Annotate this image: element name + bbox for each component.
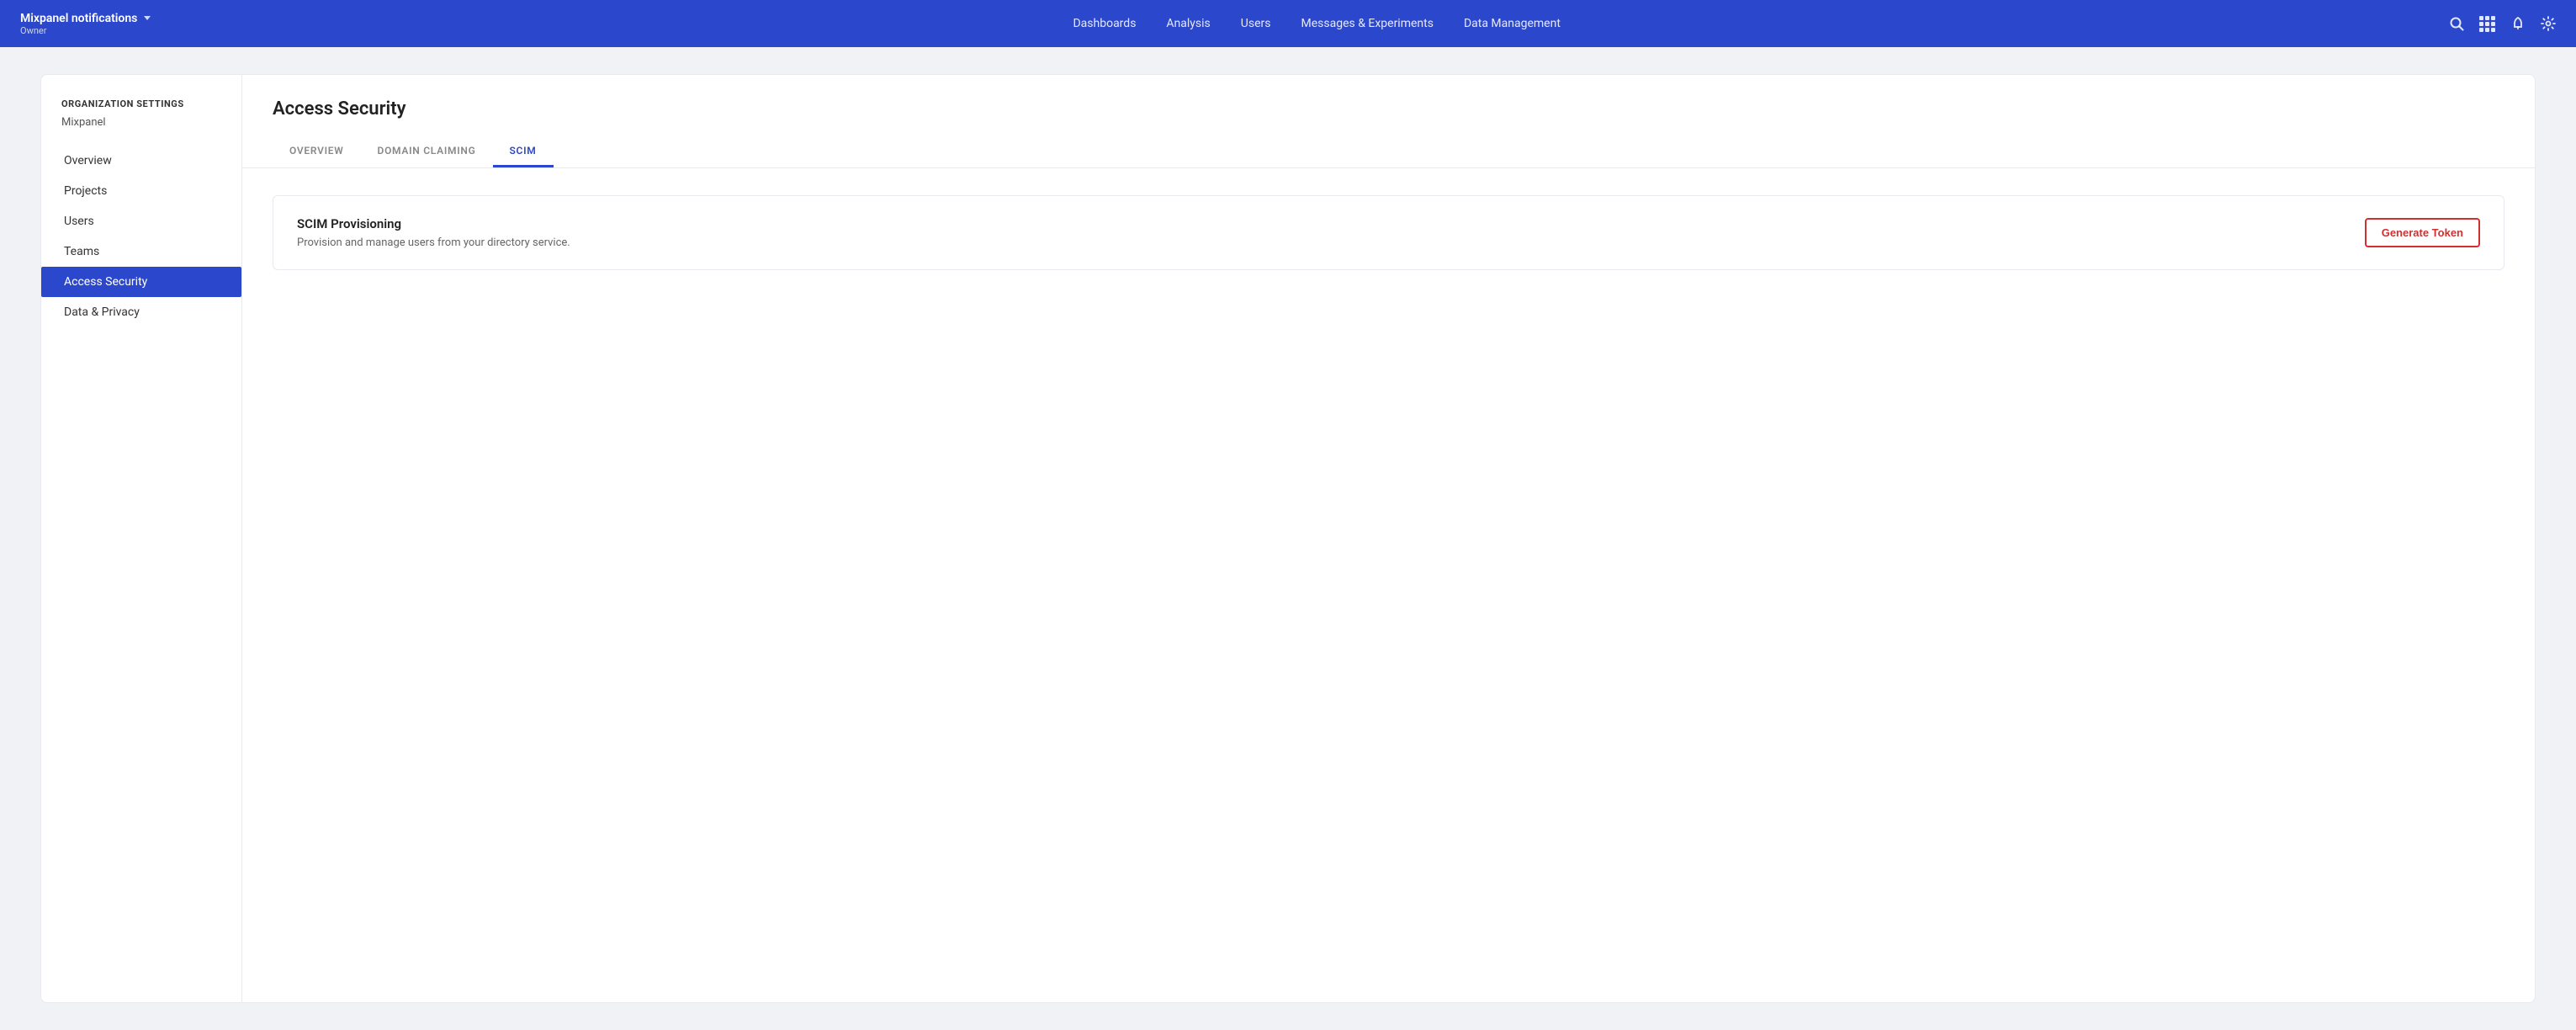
brand-chevron-icon	[144, 16, 151, 20]
nav-actions	[2449, 16, 2556, 32]
sidebar-org-name: Mixpanel	[41, 113, 241, 146]
top-nav: Mixpanel notifications Owner Dashboards …	[0, 0, 2576, 47]
tab-scim[interactable]: SCIM	[493, 136, 554, 167]
main-content: Access Security OVERVIEW DOMAIN CLAIMING…	[242, 74, 2536, 1003]
nav-users[interactable]: Users	[1241, 13, 1271, 34]
grid-icon[interactable]	[2479, 16, 2495, 32]
nav-dashboards[interactable]: Dashboards	[1073, 13, 1136, 34]
content-header: Access Security OVERVIEW DOMAIN CLAIMING…	[242, 75, 2535, 168]
sidebar-item-projects[interactable]: Projects	[41, 176, 241, 206]
nav-messages-experiments[interactable]: Messages & Experiments	[1301, 13, 1434, 34]
sidebar: ORGANIZATION SETTINGS Mixpanel Overview …	[40, 74, 242, 1003]
nav-links: Dashboards Analysis Users Messages & Exp…	[184, 13, 2449, 34]
bell-icon[interactable]	[2510, 16, 2526, 31]
page-body: ORGANIZATION SETTINGS Mixpanel Overview …	[0, 47, 2576, 1030]
sidebar-item-teams[interactable]: Teams	[41, 236, 241, 267]
brand-role: Owner	[20, 25, 151, 36]
tab-bar: OVERVIEW DOMAIN CLAIMING SCIM	[273, 136, 2504, 167]
scim-card: SCIM Provisioning Provision and manage u…	[273, 195, 2504, 270]
sidebar-section-label: ORGANIZATION SETTINGS	[41, 98, 241, 113]
sidebar-item-data-privacy[interactable]: Data & Privacy	[41, 297, 241, 327]
generate-token-button[interactable]: Generate Token	[2365, 218, 2480, 247]
brand[interactable]: Mixpanel notifications Owner	[20, 12, 151, 36]
nav-analysis[interactable]: Analysis	[1166, 13, 1210, 34]
brand-title: Mixpanel notifications	[20, 12, 151, 25]
nav-data-management[interactable]: Data Management	[1464, 13, 1561, 34]
tab-overview[interactable]: OVERVIEW	[273, 136, 361, 167]
scim-info: SCIM Provisioning Provision and manage u…	[297, 216, 570, 249]
sidebar-item-access-security[interactable]: Access Security	[41, 267, 241, 297]
tab-domain-claiming[interactable]: DOMAIN CLAIMING	[361, 136, 493, 167]
content-body: SCIM Provisioning Provision and manage u…	[242, 168, 2535, 297]
sidebar-item-users[interactable]: Users	[41, 206, 241, 236]
search-icon[interactable]	[2449, 16, 2464, 31]
scim-description: Provision and manage users from your dir…	[297, 236, 570, 249]
settings-icon[interactable]	[2541, 16, 2556, 31]
sidebar-item-overview[interactable]: Overview	[41, 146, 241, 176]
scim-title: SCIM Provisioning	[297, 216, 570, 231]
page-title: Access Security	[273, 98, 2504, 119]
